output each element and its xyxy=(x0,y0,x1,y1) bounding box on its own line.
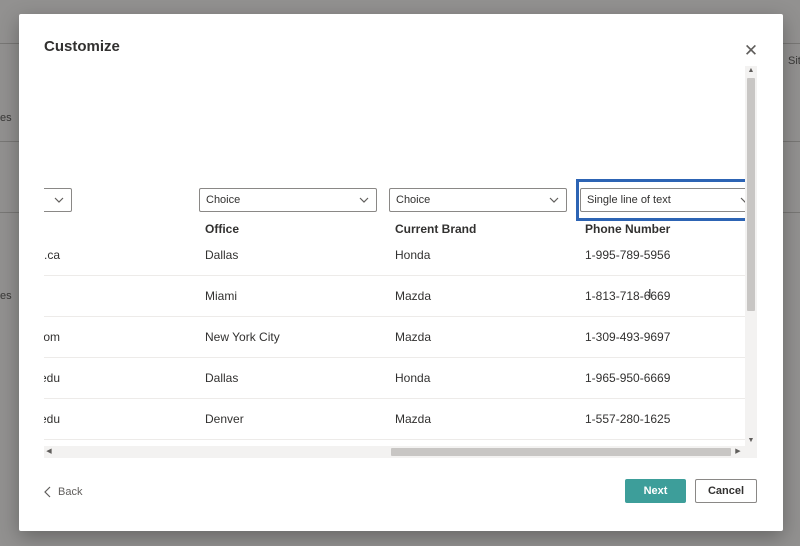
cancel-button[interactable]: Cancel xyxy=(695,479,757,503)
scroll-right-icon[interactable]: ▶ xyxy=(733,446,743,458)
chevron-down-icon xyxy=(359,197,369,203)
column-header-phone-number: Phone Number xyxy=(585,222,671,236)
column-type-select-office[interactable]: Choice xyxy=(199,188,377,212)
cell-phone: 1-557-280-1625 xyxy=(585,412,671,426)
table-row: arcu.vestibulum@nlorem.edu Denver Mazda … xyxy=(44,399,757,440)
column-type-value: Choice xyxy=(206,194,241,206)
cell-brand: Honda xyxy=(395,248,431,262)
cell-phone: 1-995-789-5956 xyxy=(585,248,671,262)
column-type-value: Single line of text xyxy=(587,194,671,206)
column-type-select-phone-number[interactable]: Single line of text xyxy=(580,188,757,212)
column-type-select-current-brand[interactable]: Choice xyxy=(389,188,567,212)
cell-brand: Honda xyxy=(395,371,431,385)
next-button[interactable]: Next xyxy=(625,479,686,503)
grid: Choice Choice Single line of text Office… xyxy=(44,66,757,458)
column-type-select[interactable] xyxy=(44,188,72,212)
close-icon[interactable]: ✕ xyxy=(741,41,761,61)
cell-brand: Mazda xyxy=(395,289,432,303)
cell-office: New York City xyxy=(205,330,280,344)
table-row: lacus.etiam@natoque.com New York City Ma… xyxy=(44,317,757,358)
cell-office: Denver xyxy=(205,412,244,426)
table-row: feugiat.tellus.lorem@mattis.ca Dallas Ho… xyxy=(44,235,757,276)
vertical-scroll-thumb[interactable] xyxy=(747,78,755,311)
dialog-title: Customize xyxy=(44,38,120,55)
cell-phone: 1-813-718-6669 xyxy=(585,289,671,303)
column-header-office: Office xyxy=(205,222,240,236)
vertical-scrollbar[interactable]: ▲ ▼ xyxy=(745,66,757,446)
back-label: Back xyxy=(58,486,83,498)
cell-office: Dallas xyxy=(205,248,239,262)
cell-email: feugiat.tellus.lorem@mattis.ca xyxy=(44,248,60,262)
grid-viewport: Choice Choice Single line of text Office… xyxy=(44,66,757,458)
table-row: ultrices.mauris@conubianostraper.edu Dal… xyxy=(44,358,757,399)
text-cursor-icon: I xyxy=(648,286,652,301)
column-header-current-brand: Current Brand xyxy=(395,222,477,236)
cell-email: ultrices.mauris@conubianostraper.edu xyxy=(44,371,60,385)
horizontal-scrollbar[interactable]: ◀ ▶ xyxy=(44,446,757,458)
cell-office: Miami xyxy=(205,289,237,303)
customize-dialog: Customize ✕ Choice Choice Single line of… xyxy=(19,14,783,531)
cell-brand: Mazda xyxy=(395,330,432,344)
horizontal-scroll-thumb[interactable] xyxy=(391,448,731,456)
cell-email: lacus.etiam@natoque.com xyxy=(44,330,60,344)
cell-office: Dallas xyxy=(205,371,239,385)
cell-phone: 1-309-493-9697 xyxy=(585,330,671,344)
cell-phone: 1-965-950-6669 xyxy=(585,371,671,385)
chevron-left-icon xyxy=(44,486,51,498)
cell-email: arcu.vestibulum@nlorem.edu xyxy=(44,412,60,426)
column-type-value: Choice xyxy=(396,194,431,206)
cell-brand: Mazda xyxy=(395,412,432,426)
scroll-up-icon[interactable]: ▲ xyxy=(745,66,757,76)
chevron-down-icon xyxy=(549,197,559,203)
scroll-left-icon[interactable]: ◀ xyxy=(44,446,54,458)
chevron-down-icon xyxy=(54,197,64,203)
scroll-down-icon[interactable]: ▼ xyxy=(745,436,757,446)
back-button[interactable]: Back xyxy=(44,482,82,502)
